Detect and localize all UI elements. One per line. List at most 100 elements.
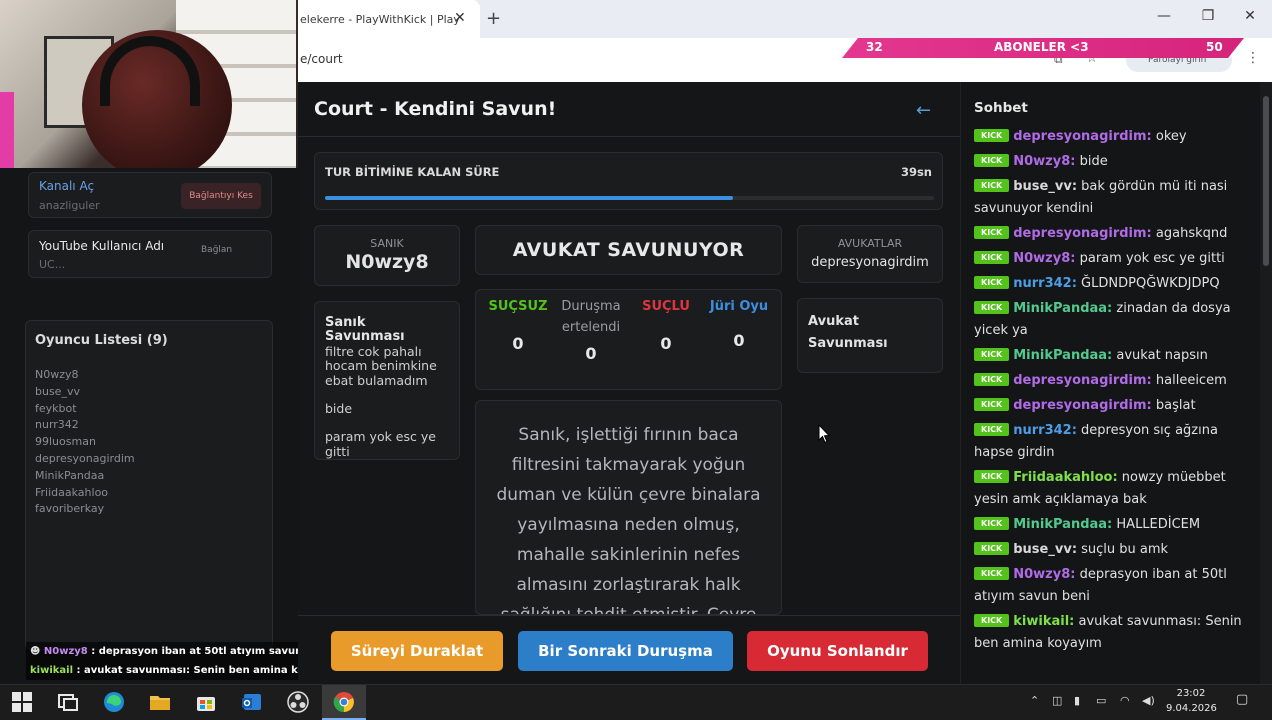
microphone-icon[interactable]: ▮: [1074, 694, 1080, 707]
player-item: feykbot: [35, 401, 77, 415]
file-explorer-icon[interactable]: [148, 690, 172, 714]
obs-icon[interactable]: [286, 690, 310, 714]
chat-text: ĞLDNDPQĞWKDJDPQ: [1076, 276, 1220, 291]
pause-timer-button[interactable]: Süreyi Duraklat: [331, 631, 503, 671]
chat-text: suçlu bu amk: [1077, 542, 1169, 557]
player-item: Friidaakahloo: [35, 485, 109, 499]
defense-line: filtre cok pahalı hocam benimkine ebat b…: [325, 343, 437, 388]
tab-title: elekerre - PlayWithKick | Play: [300, 12, 460, 26]
close-window-icon[interactable]: ✕: [1240, 8, 1260, 28]
store-icon[interactable]: [194, 690, 218, 714]
youtube-user-input[interactable]: UC...: [39, 258, 65, 271]
minimize-icon[interactable]: —: [1154, 8, 1174, 28]
chat-message: KICK buse_vv: bak gördün mü iti nasi savu…: [974, 176, 1250, 220]
wifi-icon[interactable]: ◠: [1120, 694, 1130, 707]
subscriber-goal-bar: 32 ABONELER <3 50: [842, 38, 1244, 58]
clock-time: 23:02: [1176, 688, 1206, 699]
maximize-icon[interactable]: ❐: [1198, 8, 1218, 28]
outlook-icon[interactable]: [240, 690, 264, 714]
chat-username[interactable]: Friidaakahloo:: [1013, 470, 1117, 485]
disconnect-button[interactable]: Bağlantıyı Kes: [181, 183, 261, 209]
edge-browser-icon[interactable]: [102, 690, 126, 714]
chat-message: KICK nurr342: depresyon sıç ağzına hapse …: [974, 420, 1250, 464]
tray-app-icon[interactable]: ◫: [1052, 694, 1062, 707]
defendant-name: N0wzy8: [345, 251, 429, 273]
channel-open-title[interactable]: Kanalı Aç: [39, 179, 94, 193]
vote-guilty: SUÇLU 0: [634, 296, 698, 353]
chat-username[interactable]: depresyonagirdim:: [1013, 226, 1152, 241]
scrollbar-thumb[interactable]: [1263, 96, 1269, 266]
chrome-icon[interactable]: [332, 690, 356, 714]
sub-goal-label: ABONELER <3: [994, 40, 1089, 54]
vote-jury-label: Jüri Oyu: [709, 299, 769, 314]
battery-icon[interactable]: ▭: [1096, 694, 1106, 707]
back-arrow-icon[interactable]: ←: [916, 100, 931, 121]
youtube-user-label: YouTube Kullanıcı Adı: [39, 239, 165, 253]
tab-close-icon[interactable]: ✕: [454, 10, 470, 28]
player-list: N0wzy8 buse_vv feykbot nurr342 99luosman…: [35, 367, 135, 518]
player-item: favoriberkay: [35, 502, 105, 516]
chat-message: KICK MinikPandaa: avukat napsın: [974, 345, 1250, 367]
chat-message: KICK kiwikail: avukat savunması: Senin be…: [974, 611, 1250, 655]
chat-username[interactable]: depresyonagirdim:: [1013, 373, 1152, 388]
chat-username[interactable]: N0wzy8:: [1013, 154, 1075, 169]
chat-username[interactable]: buse_vv:: [1013, 542, 1077, 557]
new-tab-icon[interactable]: +: [486, 8, 506, 29]
chat-username[interactable]: MinikPandaa:: [1013, 301, 1112, 316]
youtube-user-card: YouTube Kullanıcı Adı UC... Bağlan: [28, 230, 272, 278]
chat-username[interactable]: MinikPandaa:: [1013, 517, 1112, 532]
kick-badge-icon: KICK: [974, 226, 1010, 239]
case-text: Sanık, işlettiği fırının baca filtresini…: [496, 425, 761, 615]
task-view-icon[interactable]: [56, 690, 80, 714]
chat-text: avukat napsın: [1112, 348, 1208, 363]
taskbar: [0, 684, 1272, 720]
end-game-button[interactable]: Oyunu Sonlandır: [747, 631, 928, 671]
volume-icon[interactable]: ◀): [1142, 694, 1155, 707]
notification-icon[interactable]: ▢: [1236, 692, 1248, 707]
player-item: nurr342: [35, 418, 79, 432]
chat-message: KICK depresyonagirdim: agahskqnd: [974, 223, 1250, 245]
vote-innocent: SUÇSUZ 0: [486, 296, 550, 353]
channel-name: anazliguler: [39, 199, 100, 212]
kick-badge-icon: KICK: [974, 251, 1010, 264]
chat-username[interactable]: nurr342:: [1013, 423, 1077, 438]
chat-username[interactable]: nurr342:: [1013, 276, 1077, 291]
divider: [298, 136, 960, 137]
next-hearing-button[interactable]: Bir Sonraki Duruşma: [518, 631, 733, 671]
browser-tab[interactable]: elekerre - PlayWithKick | Play: [298, 0, 480, 38]
chat-scrollbar[interactable]: [1260, 82, 1272, 684]
kick-badge-icon: KICK: [974, 301, 1010, 314]
url-text[interactable]: e/court: [300, 52, 343, 66]
player-item: MinikPandaa: [35, 468, 105, 482]
chat-text: halleeicem: [1151, 373, 1227, 388]
chat-username[interactable]: N0wzy8:: [1013, 251, 1075, 266]
timer-label: TUR BİTİMİNE KALAN SÜRE: [325, 165, 500, 179]
kick-badge-icon: KICK: [974, 614, 1010, 627]
player-item: 99luosman: [35, 435, 96, 449]
vote-postponed-count: 0: [585, 344, 597, 363]
defendant-defense-card: Sanık Savunması filtre cok pahalı hocam …: [314, 301, 460, 460]
chat-message: KICK MinikPandaa: HALLEDİCEM: [974, 514, 1250, 536]
windows-start-icon[interactable]: [10, 690, 34, 714]
chat-username[interactable]: buse_vv:: [1013, 179, 1077, 194]
chat-username[interactable]: MinikPandaa:: [1013, 348, 1112, 363]
chat-text: HALLEDİCEM: [1112, 517, 1201, 532]
chat-message: KICK Friidaakahloo: nowzy müebbet yesin a…: [974, 467, 1250, 511]
youtube-connect-button[interactable]: Bağlan: [201, 245, 232, 255]
lawyer-defense-label: Avukat Savunması: [808, 314, 888, 351]
system-clock[interactable]: 23:02 9.04.2026: [1166, 686, 1217, 716]
stream-overlay-code: TRY20000: [354, 56, 463, 77]
vote-innocent-count: 0: [512, 334, 524, 353]
kick-badge-icon: KICK: [974, 423, 1010, 436]
kick-badge-icon: KICK: [974, 129, 1010, 142]
chat-text: param yok esc ye gitti: [1075, 251, 1225, 266]
court-status: AVUKAT SAVUNUYOR: [475, 225, 782, 275]
chat-username[interactable]: depresyonagirdim:: [1013, 129, 1152, 144]
vote-jury: Jüri Oyu 0: [704, 296, 774, 350]
chat-username[interactable]: N0wzy8:: [1013, 567, 1075, 582]
chat-username[interactable]: depresyonagirdim:: [1013, 398, 1152, 413]
tray-overflow-icon[interactable]: ⌃: [1030, 694, 1039, 707]
sub-goal-right: 50: [1206, 40, 1223, 54]
browser-menu-icon[interactable]: ⋮: [1246, 50, 1260, 66]
chat-username[interactable]: kiwikail:: [1013, 614, 1074, 629]
